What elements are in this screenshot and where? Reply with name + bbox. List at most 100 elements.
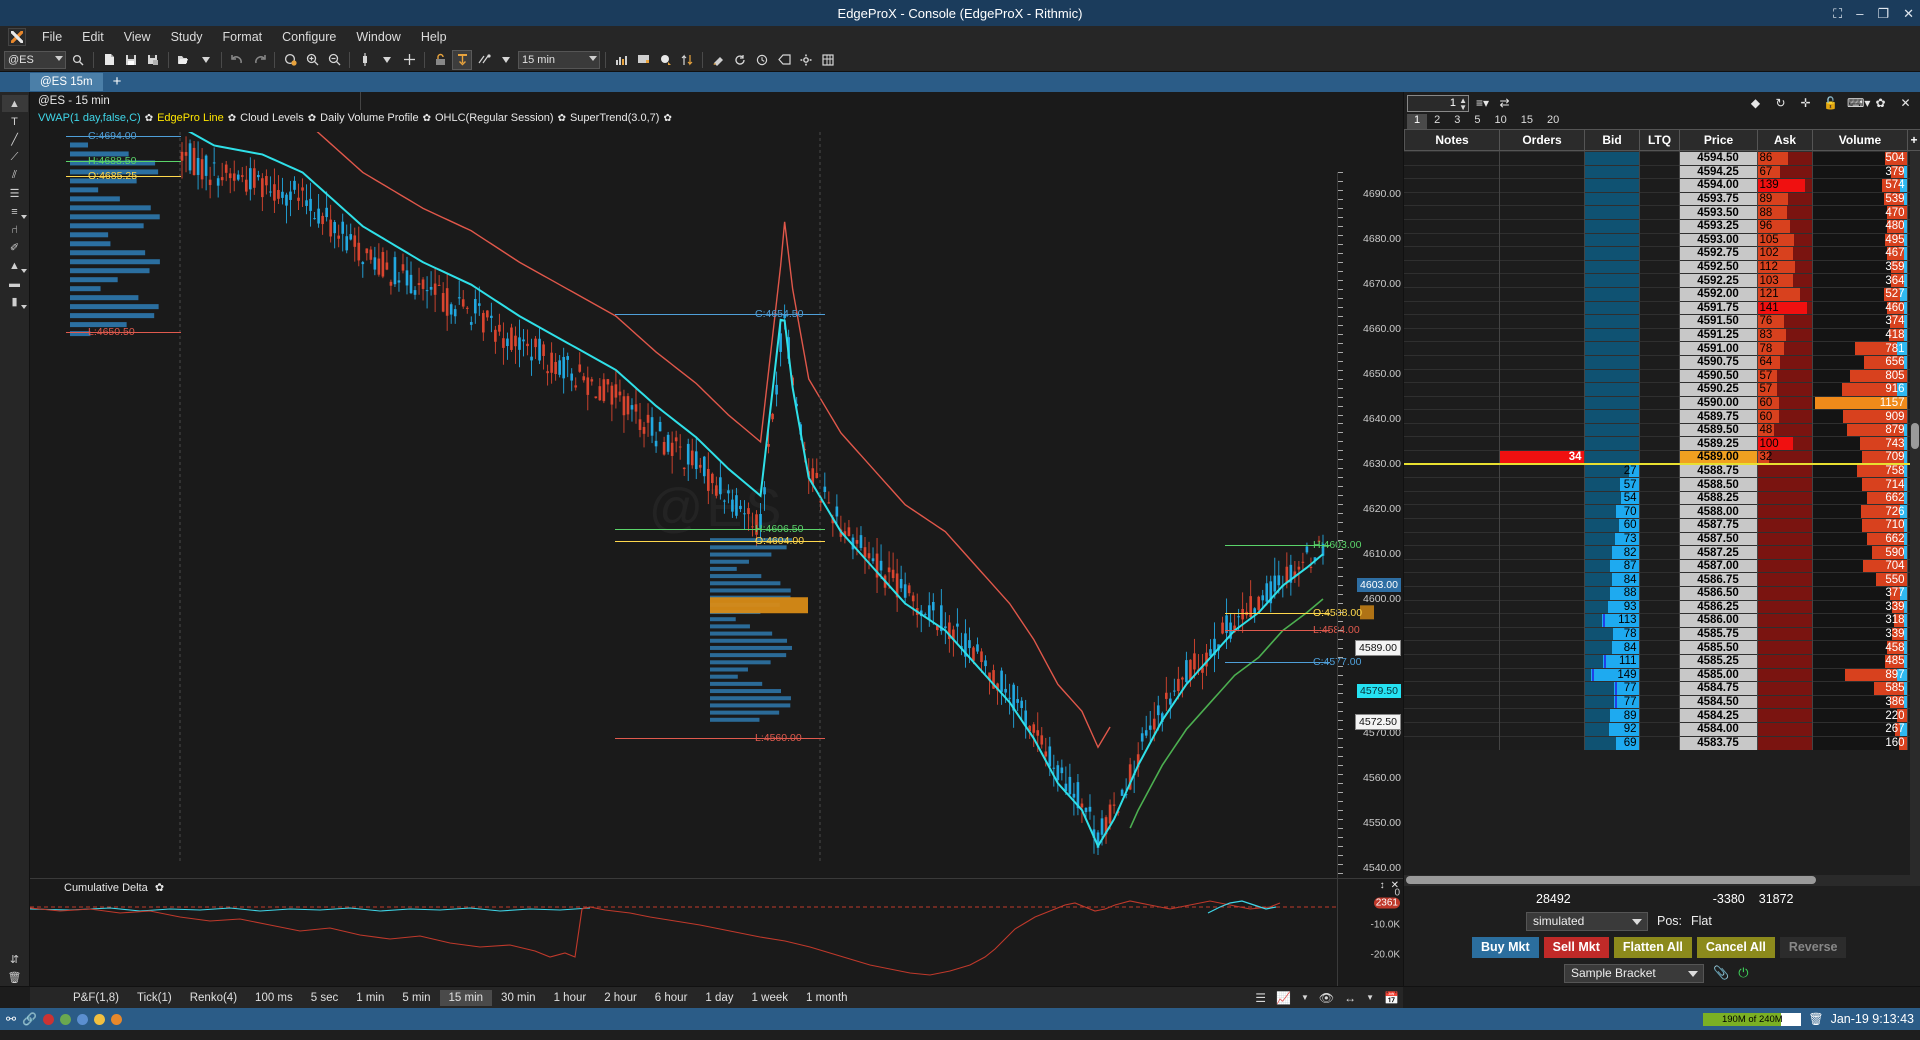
dom-cell-bid[interactable]: 92	[1584, 722, 1639, 736]
shape-icon[interactable]: ▲	[2, 257, 28, 274]
dom-cell-volume[interactable]: 418	[1812, 328, 1907, 342]
chevron-down-icon[interactable]	[377, 50, 397, 70]
dom-row[interactable]: 4590.5057805	[1404, 369, 1920, 383]
sell-market-button[interactable]: Sell Mkt	[1544, 937, 1609, 958]
dom-cell-ask[interactable]: 60	[1757, 410, 1812, 424]
dom-cell-bid[interactable]	[1584, 219, 1639, 233]
dom-cell-ltq[interactable]	[1639, 600, 1679, 614]
dom-cell-volume[interactable]: 504	[1812, 152, 1907, 166]
dom-cell-bid[interactable]	[1584, 287, 1639, 301]
dom-cell-ask[interactable]: 57	[1757, 369, 1812, 383]
dom-cell-notes[interactable]	[1404, 260, 1499, 274]
dom-cell-bid[interactable]	[1584, 410, 1639, 424]
add-chart-tab-button[interactable]: +	[113, 76, 122, 88]
dom-cell-volume[interactable]: 714	[1812, 478, 1907, 492]
chevron-down-icon[interactable]: ▼	[1301, 993, 1309, 1002]
dom-cell-ltq[interactable]	[1639, 260, 1679, 274]
status-dot-orange[interactable]	[111, 1014, 122, 1025]
dom-cell-notes[interactable]	[1404, 233, 1499, 247]
dom-cell-ltq[interactable]	[1639, 423, 1679, 437]
dom-cell-ask[interactable]	[1757, 587, 1812, 601]
dom-cell-notes[interactable]	[1404, 587, 1499, 601]
circle-tool-icon[interactable]	[655, 50, 675, 70]
dom-cell-orders[interactable]	[1499, 491, 1584, 505]
dom-cell-notes[interactable]	[1404, 192, 1499, 206]
save-icon[interactable]	[121, 50, 141, 70]
text-tool-icon[interactable]: T	[2, 113, 28, 130]
dom-cell-orders[interactable]	[1499, 301, 1584, 315]
dom-row[interactable]: 4594.2567379	[1404, 165, 1920, 179]
dom-cell-ask[interactable]	[1757, 682, 1812, 696]
dom-cell-ask[interactable]	[1757, 600, 1812, 614]
dom-cell-notes[interactable]	[1404, 627, 1499, 641]
dom-cell-ltq[interactable]	[1639, 682, 1679, 696]
account-select[interactable]: simulated	[1526, 912, 1648, 931]
dom-col-notes[interactable]: Notes	[1405, 130, 1500, 151]
paperclip-icon[interactable]: 📎	[1713, 965, 1729, 981]
dom-cell-price[interactable]: 4593.50	[1679, 206, 1757, 220]
dom-cell-bid[interactable]: 60	[1584, 519, 1639, 533]
dom-col-bid[interactable]: Bid	[1585, 130, 1640, 151]
dom-cell-bid[interactable]: 93	[1584, 600, 1639, 614]
dom-cell-notes[interactable]	[1404, 179, 1499, 193]
timeframe-renko-4-[interactable]: Renko(4)	[181, 990, 246, 1006]
timeframe-1-hour[interactable]: 1 hour	[545, 990, 596, 1006]
dom-rows-scroll[interactable]: 4594.50865044594.25673794594.00139574459…	[1404, 151, 1920, 875]
dom-cell-price[interactable]: 4592.00	[1679, 287, 1757, 301]
dom-row[interactable]: 894584.25220	[1404, 709, 1920, 723]
dom-row[interactable]: 4590.00601157	[1404, 396, 1920, 410]
cancel-all-button[interactable]: Cancel All	[1697, 937, 1775, 958]
dom-row[interactable]: 844585.50458	[1404, 641, 1920, 655]
preset-10[interactable]: 10	[1488, 114, 1514, 129]
dom-cell-ask[interactable]: 139	[1757, 179, 1812, 193]
dom-cell-bid[interactable]: 57	[1584, 478, 1639, 492]
dom-cell-volume[interactable]: 743	[1812, 437, 1907, 451]
dom-cell-volume[interactable]: 374	[1812, 315, 1907, 329]
dom-cell-bid[interactable]	[1584, 165, 1639, 179]
dom-cell-orders[interactable]	[1499, 355, 1584, 369]
dom-cell-orders[interactable]	[1499, 247, 1584, 261]
dom-cell-volume[interactable]: 458	[1812, 641, 1907, 655]
dom-row[interactable]: 4589.5048879	[1404, 423, 1920, 437]
dom-cell-price[interactable]: 4592.25	[1679, 274, 1757, 288]
pitchfork-icon[interactable]: ⑁	[2, 221, 28, 238]
dom-cell-bid[interactable]: 149	[1584, 668, 1639, 682]
dom-cell-volume[interactable]: 585	[1812, 682, 1907, 696]
chevron-down-icon[interactable]	[496, 50, 516, 70]
dom-cell-price[interactable]: 4587.50	[1679, 532, 1757, 546]
dom-cell-ltq[interactable]	[1639, 736, 1679, 750]
fit-width-icon[interactable]: ↔	[1344, 991, 1356, 1005]
dom-row[interactable]: 4592.00121527	[1404, 287, 1920, 301]
dom-cell-bid[interactable]: 88	[1584, 587, 1639, 601]
dom-cell-ask[interactable]: 100	[1757, 437, 1812, 451]
scroll-thumb[interactable]	[1406, 876, 1816, 884]
dom-cell-ltq[interactable]	[1639, 654, 1679, 668]
dom-row[interactable]: 4591.0078781	[1404, 342, 1920, 356]
dom-cell-bid[interactable]: 78	[1584, 627, 1639, 641]
timeframe-1-week[interactable]: 1 week	[743, 990, 797, 1006]
dom-cell-ltq[interactable]	[1639, 505, 1679, 519]
dom-cell-volume[interactable]: 485	[1812, 654, 1907, 668]
trash-icon[interactable]: 🗑	[1808, 1012, 1823, 1026]
dom-cell-ltq[interactable]	[1639, 573, 1679, 587]
dom-cell-price[interactable]: 4591.25	[1679, 328, 1757, 342]
dom-row[interactable]: 4590.2557916	[1404, 383, 1920, 397]
dom-cell-notes[interactable]	[1404, 464, 1499, 478]
dom-cell-volume[interactable]: 527	[1812, 287, 1907, 301]
dom-cell-notes[interactable]	[1404, 451, 1499, 465]
dom-cell-orders[interactable]: 34	[1499, 451, 1584, 465]
dom-row[interactable]: 774584.50386	[1404, 695, 1920, 709]
dom-cell-price[interactable]: 4587.00	[1679, 559, 1757, 573]
dom-cell-notes[interactable]	[1404, 219, 1499, 233]
study-label-ohlc[interactable]: OHLC(Regular Session)	[435, 112, 554, 124]
lock-scale-icon[interactable]	[430, 50, 450, 70]
study-label-cloud-levels[interactable]: Cloud Levels	[240, 112, 304, 124]
dom-cell-notes[interactable]	[1404, 383, 1499, 397]
dom-cell-bid[interactable]	[1584, 396, 1639, 410]
dom-cell-ltq[interactable]	[1639, 668, 1679, 682]
dom-cell-ask[interactable]: 32	[1757, 451, 1812, 465]
list-icon[interactable]: ☰	[1255, 991, 1266, 1005]
dom-cell-ask[interactable]: 67	[1757, 165, 1812, 179]
status-dot-red[interactable]	[43, 1014, 54, 1025]
redo-icon[interactable]	[249, 50, 269, 70]
